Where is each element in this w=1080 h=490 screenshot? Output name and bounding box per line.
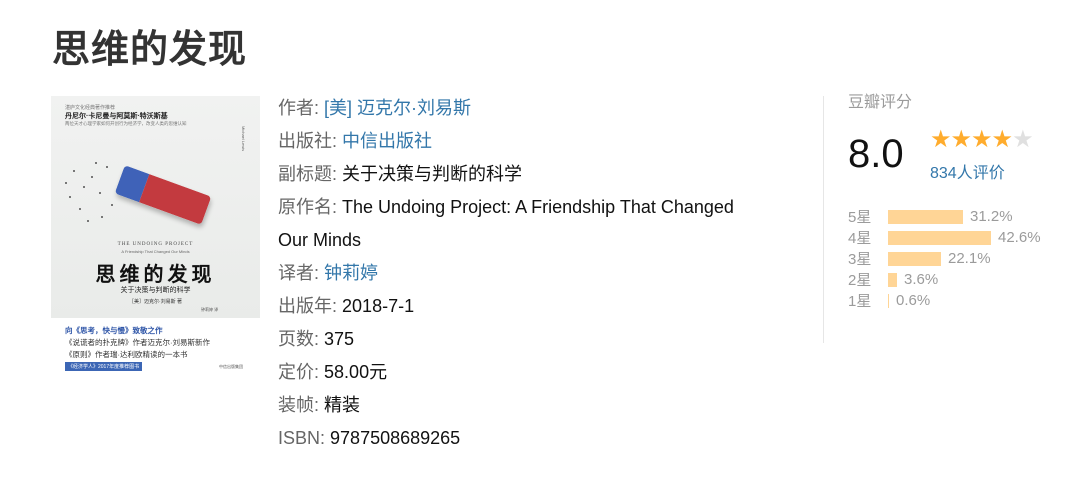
rating-bar-label: 4星 [848,230,872,247]
rating-bar-fill [888,209,963,224]
original-title-value: The Undoing Project: A Friendship That C… [342,197,734,217]
year-value: 2018-7-1 [342,296,415,316]
rating-bar-label: 5星 [848,209,872,226]
isbn-value: 9787508689265 [330,428,461,448]
rating-bar-label: 1星 [848,293,872,310]
translator-row: 译者: 钟莉婷 [278,257,808,290]
author-label: 作者: [278,98,320,118]
pages-row: 页数: 375 [278,323,808,356]
original-title-row-continued: Our Minds [278,224,808,257]
cover-en-title: THE UNDOING PROJECT [117,242,194,247]
price-label: 定价: [278,362,320,382]
rating-bar-row: 4星 42.6% [848,227,1041,248]
cover-art: 湛庐文化经典著作推荐 丹尼尔·卡尼曼与阿莫斯·特沃斯基 两位天才心理学家如何开创… [51,96,260,318]
book-info: 作者: [美] 迈克尔·刘易斯 出版社: 中信出版社 副标题: 关于决策与判断的… [278,92,808,455]
translator-label: 译者: [278,263,320,283]
publisher-label: 出版社: [278,131,338,151]
star-rating: ★★★★★ [930,126,1034,153]
rating-bar-percent: 42.6% [998,229,1041,246]
rating-distribution: 5星 31.2% 4星 42.6% 3星 22.1% 2星 3.6% 1星 0.6% [848,206,1041,311]
cover-cn-title: 思维的发现 [95,262,216,286]
cover-series-text: 湛庐文化经典著作推荐 [65,105,116,111]
votes-link[interactable]: 834人评价 [930,159,1005,183]
cover-side-text: Michael Lewis [241,126,246,152]
cover-promo-1: 向《思考，快与慢》致敬之作 [65,326,163,335]
year-label: 出版年: [278,296,338,316]
rating-bar-row: 1星 0.6% [848,290,1041,311]
rating-bar-percent: 31.2% [970,208,1013,225]
isbn-label: ISBN: [278,428,326,448]
rating-bar-label: 2星 [848,272,872,289]
cover-publisher: 中信出版集团 [219,364,243,369]
subtitle-label: 副标题: [278,164,338,184]
year-row: 出版年: 2018-7-1 [278,290,808,323]
cover-translator: 钟莉婷 译 [201,307,219,312]
rating-bar-fill [888,272,897,287]
cover-authors-text: 丹尼尔·卡尼曼与阿莫斯·特沃斯基 [65,113,168,120]
binding-label: 装帧: [278,395,320,415]
original-title-row: 原作名: The Undoing Project: A Friendship T… [278,191,808,224]
cover-promo-3: 《原则》作者瑞·达利欧精读的一本书 [65,350,188,359]
pages-value: 375 [324,329,355,349]
binding-row: 装帧: 精装 [278,389,808,422]
rating-bar-percent: 0.6% [896,292,931,309]
star-filled-icon: ★ [950,126,972,153]
rating-bar-fill [888,293,889,308]
rating-bar-track [888,251,941,266]
author-link[interactable]: [美] 迈克尔·刘易斯 [324,98,471,118]
price-value: 58.00元 [324,362,388,382]
translator-link[interactable]: 钟莉婷 [324,263,378,283]
author-row: 作者: [美] 迈克尔·刘易斯 [278,92,808,125]
price-row: 定价: 58.00元 [278,356,808,389]
rating-label: 豆瓣评分 [848,94,913,111]
publisher-row: 出版社: 中信出版社 [278,125,808,158]
pages-label: 页数: [278,329,320,349]
rating-bar-track [888,272,897,287]
rating-bar-track [888,293,889,308]
subtitle-row: 副标题: 关于决策与判断的科学 [278,158,808,191]
original-title-label: 原作名: [278,197,338,217]
cover-cn-author: ［美］迈克尔·刘易斯 著 [128,299,183,305]
star-filled-icon: ★ [930,126,951,153]
cover-blurb-text: 两位天才心理学家如何开创行为经济学，改变人类的思维认知 [65,121,187,126]
star-filled-icon: ★ [991,126,1013,153]
rating-score: 8.0 [848,132,904,176]
page-title: 思维的发现 [52,27,248,71]
star-empty-icon: ★ [1012,126,1033,153]
subtitle-value: 关于决策与判断的科学 [342,164,523,184]
rating-bar-fill [888,230,991,245]
cover-promo-2: 《说谎者的扑克牌》作者迈克尔·刘易斯新作 [65,338,210,347]
rating-panel: 豆瓣评分 8.0 ★★★★★ 834人评价 5星 31.2% 4星 42.6% 3星 22… [848,92,1068,310]
rating-bar-percent: 3.6% [904,271,939,288]
original-title-value-line2: Our Minds [278,230,362,250]
rating-bar-row: 5星 31.2% [848,206,1041,227]
publisher-link[interactable]: 中信出版社 [342,131,432,151]
cover-en-subtitle: A Friendship That Changed Our Minds [121,249,190,254]
rating-bar-fill [888,251,941,266]
cover-tag: 《经济学人》2017年度推荐图书 [65,362,143,371]
rating-bar-percent: 22.1% [948,250,991,267]
rating-bar-track [888,209,963,224]
rating-bar-row: 2星 3.6% [848,269,1041,290]
book-cover[interactable]: 湛庐文化经典著作推荐 丹尼尔·卡尼曼与阿莫斯·特沃斯基 两位天才心理学家如何开创… [51,96,260,381]
binding-value: 精装 [324,395,361,415]
divider [823,96,824,343]
cover-cn-subtitle: 关于决策与判断的科学 [120,287,191,294]
star-filled-icon: ★ [971,126,992,153]
isbn-row: ISBN: 9787508689265 [278,422,808,455]
rating-bar-label: 3星 [848,251,872,268]
rating-bar-track [888,230,991,245]
rating-bar-row: 3星 22.1% [848,248,1041,269]
eraser-illustration [114,165,212,225]
